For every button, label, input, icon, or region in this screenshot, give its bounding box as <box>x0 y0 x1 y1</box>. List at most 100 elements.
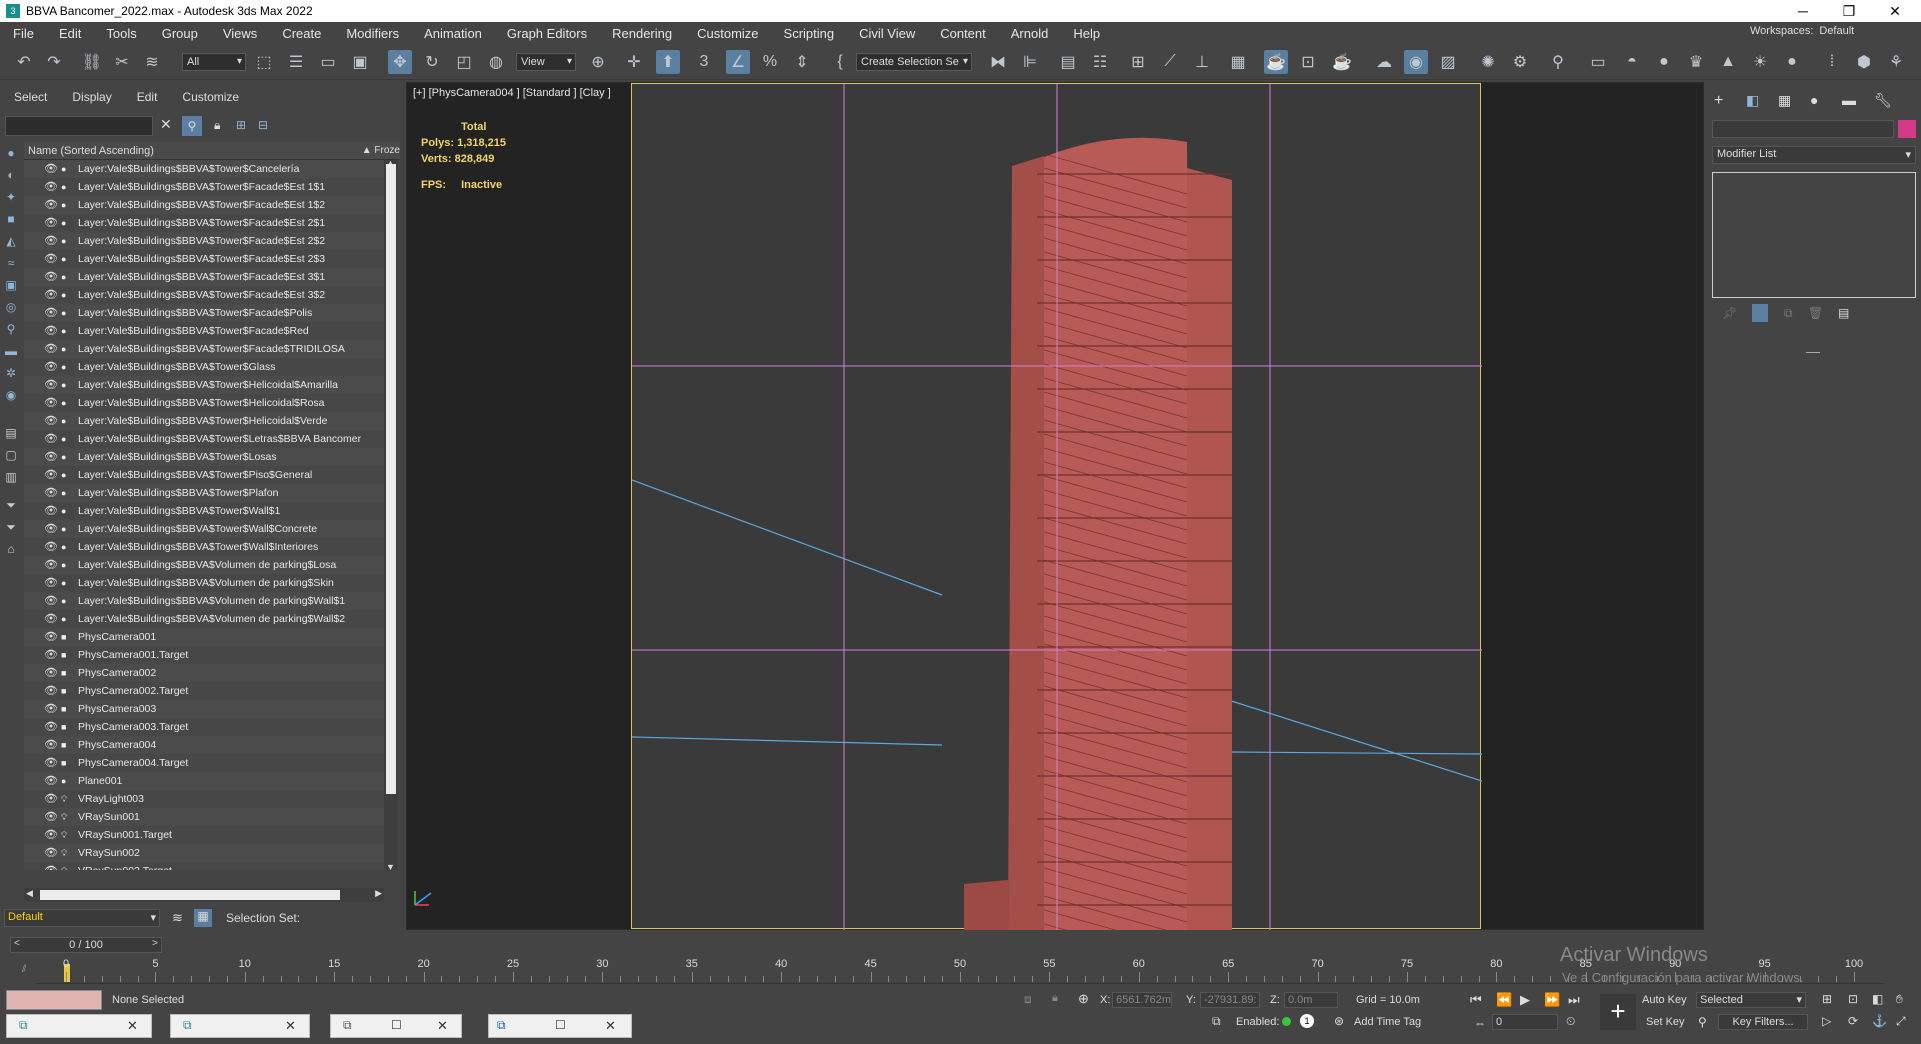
close-icon[interactable]: ✕ <box>437 1018 448 1034</box>
vray-plane-icon[interactable]: ▭ <box>1586 50 1610 74</box>
close-icon[interactable]: ✕ <box>127 1018 138 1034</box>
list-item[interactable]: 👁︎ ● Layer:Vale$Buildings$BBVA$Tower$Wall$… <box>24 520 384 538</box>
info-icon[interactable]: 1 <box>1300 1014 1314 1028</box>
set-key-mode-icon[interactable]: ⚲ <box>1698 1015 1707 1029</box>
prev-frame-icon[interactable]: < <box>14 938 20 949</box>
list-item[interactable]: 👁︎ ■ PhysCamera004 <box>24 736 384 754</box>
modifier-stack[interactable] <box>1712 172 1916 298</box>
list-item[interactable]: 👁︎ ● Layer:Vale$Buildings$BBVA$Tower$Facad… <box>24 232 384 250</box>
snaps-toggle-icon[interactable]: 3 <box>692 50 716 74</box>
set-key-big-icon[interactable]: + <box>1600 994 1636 1030</box>
vray-sphere-icon[interactable]: ● <box>1652 50 1676 74</box>
list-item[interactable]: 👁︎ ● Plane001 <box>24 772 384 790</box>
viewport-physcamera004[interactable]: [+] [PhysCamera004 ] [Standard ] [Clay ]… <box>406 82 1704 965</box>
menu-help[interactable]: Help <box>1060 26 1112 41</box>
visibility-eye-icon[interactable]: 👁︎ <box>44 376 58 394</box>
make-unique-icon[interactable]: ⧉ <box>1784 306 1793 321</box>
taskbar-window-4[interactable]: ⧉ ☐ ✕ <box>488 1014 632 1038</box>
restore-icon[interactable]: ☐ <box>555 1018 566 1032</box>
goto-start-icon[interactable]: ⏮ <box>1470 992 1482 1008</box>
list-item[interactable]: 👁︎ 💡︎ VRaySun002 <box>24 844 384 862</box>
visibility-eye-icon[interactable]: 👁︎ <box>44 754 58 772</box>
menu-animation[interactable]: Animation <box>411 26 494 41</box>
list-item[interactable]: 👁︎ ● Layer:Vale$Buildings$BBVA$Tower$Facad… <box>24 214 384 232</box>
visibility-eye-icon[interactable]: 👁︎ <box>44 268 58 286</box>
render-frame-icon[interactable]: ▨ <box>1436 50 1460 74</box>
menu-create[interactable]: Create <box>269 26 333 41</box>
scroll-down-icon[interactable]: ▼ <box>386 862 395 872</box>
restore-button[interactable]: ❐ <box>1826 0 1872 22</box>
list-item[interactable]: 👁︎ ● Layer:Vale$Buildings$BBVA$Tower$Facad… <box>24 196 384 214</box>
select-manipulate-icon[interactable]: ✛ <box>622 50 646 74</box>
modifier-list-dropdown[interactable]: Modifier List ▾ <box>1712 146 1916 164</box>
list-item[interactable]: 👁︎ ● Layer:Vale$Buildings$BBVA$Tower$Plafo… <box>24 484 384 502</box>
visibility-eye-icon[interactable]: 👁︎ <box>44 502 58 520</box>
menu-content[interactable]: Content <box>927 26 998 41</box>
menu-edit[interactable]: Edit <box>46 26 93 41</box>
visibility-eye-icon[interactable]: 👁︎ <box>44 700 58 718</box>
vray-ies-icon[interactable]: ▲ <box>1716 50 1740 74</box>
track-bar-icon[interactable]: ⫽ <box>22 964 26 975</box>
pan-icon[interactable]: ✋︎ <box>1896 992 1903 1007</box>
list-item[interactable]: 👁︎ ● Layer:Vale$Buildings$BBVA$Volumen de … <box>24 592 384 610</box>
visibility-eye-icon[interactable]: 👁︎ <box>44 628 58 646</box>
menu-arnold[interactable]: Arnold <box>998 26 1061 41</box>
se-menu-customize[interactable]: Customize <box>168 90 250 108</box>
menu-scripting[interactable]: Scripting <box>771 26 847 41</box>
set-key-button[interactable]: Set Key <box>1646 1016 1685 1028</box>
invert-display-icon[interactable]: ▥ <box>4 470 18 484</box>
visibility-eye-icon[interactable]: 👁︎ <box>44 448 58 466</box>
current-frame-field[interactable]: 0 <box>1492 1014 1558 1030</box>
close-button[interactable]: ✕ <box>1872 0 1918 22</box>
link-icon[interactable]: ⛓ <box>80 50 104 74</box>
visibility-eye-icon[interactable]: 👁︎ <box>44 430 58 448</box>
list-item[interactable]: 👁︎ ■ PhysCamera001 <box>24 628 384 646</box>
list-item[interactable]: 👁︎ ■ PhysCamera002 <box>24 664 384 682</box>
light-filter-icon[interactable]: ✦ <box>4 190 18 204</box>
bind-spacewarp-icon[interactable]: ≋ <box>140 50 164 74</box>
list-item[interactable]: 👁︎ ● Layer:Vale$Buildings$BBVA$Tower$Facad… <box>24 286 384 304</box>
undo-icon[interactable]: ↶ <box>12 50 36 74</box>
se-menu-display[interactable]: Display <box>58 90 122 108</box>
taskbar-window-1[interactable]: ⧉ ✕ <box>6 1014 152 1038</box>
object-name-field[interactable] <box>1712 120 1894 138</box>
play-icon[interactable]: ▶ <box>1520 992 1530 1008</box>
display-tab-icon[interactable]: ▬ <box>1842 92 1856 108</box>
maximize-viewport-icon[interactable]: ⤢ <box>1896 1014 1906 1029</box>
curve-editor-icon[interactable]: ⟋ <box>1158 50 1182 74</box>
field-of-view-icon[interactable]: ◧ <box>1872 992 1883 1006</box>
list-item[interactable]: 👁︎ ● Layer:Vale$Buildings$BBVA$Tower$Glass <box>24 358 384 376</box>
list-item[interactable]: 👁︎ ● Layer:Vale$Buildings$BBVA$Tower$Facad… <box>24 322 384 340</box>
y-coordinate-field[interactable]: -27931.89: <box>1200 992 1260 1008</box>
remove-modifier-icon[interactable]: 🗑︎ <box>1808 306 1823 320</box>
spinner-snap-icon[interactable]: ⇕ <box>790 50 814 74</box>
geometry-filter-icon[interactable]: ● <box>4 146 18 160</box>
render-in-cloud-icon[interactable]: ☁ <box>1372 50 1396 74</box>
vray-frame-buffer-icon[interactable]: ⚲ <box>1546 50 1570 74</box>
keyboard-shortcut-toggle-icon[interactable]: ⬆ <box>656 50 680 74</box>
scroll-right-icon[interactable]: ▶ <box>375 888 382 899</box>
visibility-eye-icon[interactable]: 👁︎ <box>44 232 58 250</box>
percent-snap-icon[interactable]: % <box>758 50 782 74</box>
window-crossing-icon[interactable]: ▣ <box>348 50 372 74</box>
visibility-eye-icon[interactable]: 👁︎ <box>44 412 58 430</box>
column-name-header[interactable]: Name (Sorted Ascending) <box>28 145 154 157</box>
selection-set-icon[interactable]: ⌂ <box>4 542 18 556</box>
visibility-eye-icon[interactable]: 👁︎ <box>44 358 58 376</box>
list-item[interactable]: 👁︎ ● Layer:Vale$Buildings$BBVA$Tower$Cance… <box>24 160 384 178</box>
visibility-eye-icon[interactable]: 👁︎ <box>44 322 58 340</box>
visibility-eye-icon[interactable]: 👁︎ <box>44 520 58 538</box>
key-mode-icon[interactable]: ⇔ <box>1474 1016 1486 1030</box>
angle-snap-icon[interactable]: ∠ <box>726 50 750 74</box>
visibility-eye-icon[interactable]: 👁︎ <box>44 340 58 358</box>
previous-key-icon[interactable]: ⏪ <box>1496 992 1512 1008</box>
rect-selection-region-icon[interactable]: ▭ <box>316 50 340 74</box>
visibility-eye-icon[interactable]: 👁︎ <box>44 178 58 196</box>
clear-search-icon[interactable]: ✕ <box>160 116 172 133</box>
list-item[interactable]: 👁︎ ● Layer:Vale$Buildings$BBVA$Tower$Helic… <box>24 412 384 430</box>
se-menu-select[interactable]: Select <box>0 90 58 108</box>
layer-sort-icon[interactable]: ⊟ <box>258 118 268 132</box>
modify-tab-icon[interactable]: ◧ <box>1746 92 1759 109</box>
list-item[interactable]: 👁︎ ● Layer:Vale$Buildings$BBVA$Tower$Wall$… <box>24 538 384 556</box>
object-color-swatch[interactable] <box>1898 120 1916 138</box>
